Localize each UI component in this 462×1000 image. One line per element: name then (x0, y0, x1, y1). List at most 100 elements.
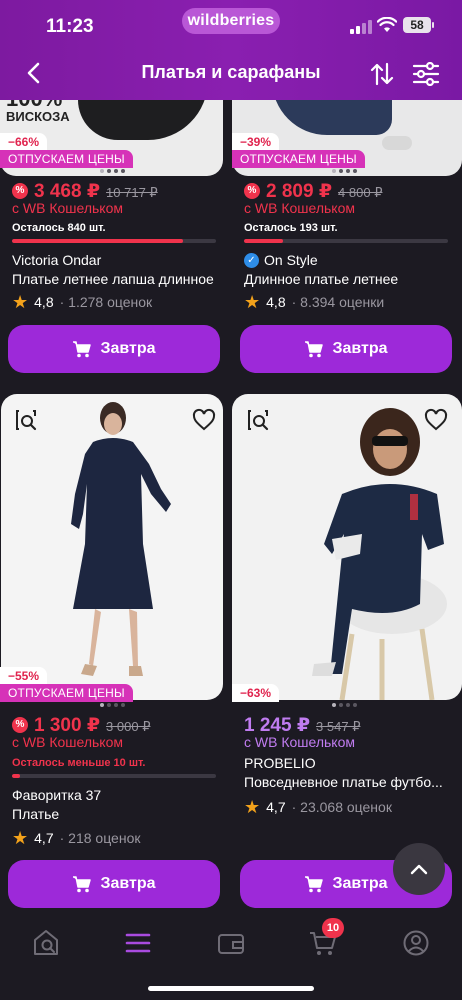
discount-badge: −66% (0, 133, 48, 151)
sale-icon (244, 183, 260, 199)
button-label: Завтра (100, 340, 156, 357)
home-search-icon[interactable] (29, 926, 63, 960)
model-illustration (312, 408, 447, 700)
stock-bar (12, 239, 216, 243)
brand-label: Фаворитка 37 (12, 787, 102, 803)
cart-icon (305, 341, 324, 358)
stock-bar-fill (12, 239, 184, 243)
wallet-note: с WB Кошельком (244, 200, 355, 216)
promo-badge: ОТПУСКАЕМ ЦЕНЫ (0, 684, 133, 702)
rating-value: 4,7 (34, 830, 54, 846)
brand-label: On Style (264, 252, 318, 268)
stock-text: Осталось меньше 10 шт. (12, 757, 146, 769)
add-to-cart-button[interactable]: Завтра (8, 860, 220, 908)
button-label: Завтра (332, 875, 388, 892)
image-pager (100, 703, 125, 707)
product-name[interactable]: Платье (12, 806, 222, 822)
clock: 11:23 (46, 16, 94, 37)
home-indicator (148, 986, 314, 991)
review-count: · 1.278 оценок (59, 294, 153, 310)
button-label: Завтра (332, 340, 388, 357)
product-card[interactable]: −55% ОТПУСКАЕМ ЦЕНЫ 1 300 ₽ 3 000 ₽ с WB… (0, 394, 223, 914)
brand-label: PROBELIO (244, 755, 316, 771)
cellular-signal-icon (350, 20, 372, 34)
discount-badge: −39% (232, 133, 280, 151)
image-pager (332, 703, 357, 707)
add-to-cart-button[interactable]: Завтра (8, 325, 220, 373)
catalog-icon[interactable] (121, 926, 155, 960)
product-image[interactable] (1, 394, 223, 700)
star-icon: ★ (244, 797, 261, 817)
rating: ★ 4,8 · 8.394 оценки (244, 292, 385, 312)
chevron-up-icon (410, 864, 428, 875)
verified-icon (244, 252, 259, 268)
review-count: · 218 оценок (59, 830, 141, 846)
product-image[interactable] (232, 394, 462, 700)
star-icon: ★ (244, 292, 261, 312)
sort-icon[interactable] (369, 61, 395, 87)
image-pager (100, 169, 125, 173)
wallet-note: с WB Кошельком (12, 734, 123, 750)
cart-icon (305, 876, 324, 893)
wallet-icon[interactable] (214, 926, 248, 960)
add-to-cart-button[interactable]: Завтра (240, 325, 452, 373)
stock-bar (244, 239, 448, 243)
promo-badge: ОТПУСКАЕМ ЦЕНЫ (0, 150, 133, 168)
product-name[interactable]: Платье летнее лапша длинное (12, 271, 222, 287)
battery-indicator: 58 (403, 17, 434, 33)
brand-name[interactable]: On Style (244, 252, 318, 268)
rating: ★ 4,8 · 1.278 оценок (12, 292, 153, 312)
wallet-note: с WB Кошельком (244, 734, 355, 750)
old-price: 3 547 ₽ (316, 719, 361, 734)
heart-icon[interactable] (424, 408, 448, 432)
wallet-note: с WB Кошельком (12, 200, 123, 216)
sale-icon (12, 717, 28, 733)
cart-count-badge: 10 (322, 918, 344, 938)
wifi-icon (377, 17, 397, 32)
profile-icon[interactable] (399, 926, 433, 960)
sale-icon (12, 183, 28, 199)
button-label: Завтра (100, 875, 156, 892)
stock-bar-fill (244, 239, 283, 243)
stock-bar-fill (12, 774, 21, 778)
discount-badge: −55% (0, 667, 48, 685)
image-pager (332, 169, 357, 173)
rating-value: 4,7 (266, 799, 286, 815)
scroll-top-button[interactable] (393, 843, 445, 895)
heart-icon[interactable] (192, 408, 216, 432)
promo-badge: ОТПУСКАЕМ ЦЕНЫ (232, 150, 365, 168)
model-illustration (71, 402, 171, 676)
product-card[interactable]: −39% ОТПУСКАЕМ ЦЕНЫ 2 809 ₽ 4 800 ₽ с WB… (232, 100, 462, 390)
brand-name[interactable]: Victoria Ondar (12, 252, 101, 268)
rating-value: 4,8 (34, 294, 54, 310)
cart-icon (73, 341, 92, 358)
top-nav-bar: Платья и сарафаны (0, 48, 462, 100)
stock-bar (12, 774, 216, 778)
similar-search-icon[interactable] (246, 408, 270, 432)
cart-icon (73, 876, 92, 893)
product-card[interactable]: 100% ВИСКОЗА −66% ОТПУСКАЕМ ЦЕНЫ 3 468 ₽… (0, 100, 223, 390)
rating: ★ 4,7 · 23.068 оценок (244, 797, 392, 817)
review-count: · 8.394 оценки (291, 294, 385, 310)
image-caption-bottom: ВИСКОЗА (6, 109, 70, 124)
brand-pill: wildberries (182, 8, 280, 34)
brand-label: Victoria Ondar (12, 252, 102, 268)
discount-badge: −63% (232, 684, 280, 702)
filter-icon[interactable] (412, 62, 440, 86)
stock-text: Осталось 193 шт. (244, 222, 338, 234)
star-icon: ★ (12, 292, 29, 312)
product-name[interactable]: Длинное платье летнее (244, 271, 454, 287)
old-price: 3 000 ₽ (106, 719, 151, 734)
similar-search-icon[interactable] (14, 408, 38, 432)
rating-value: 4,8 (266, 294, 286, 310)
star-icon: ★ (12, 828, 29, 848)
stock-text: Осталось 840 шт. (12, 222, 106, 234)
rating: ★ 4,7 · 218 оценок (12, 828, 141, 848)
review-count: · 23.068 оценок (291, 799, 392, 815)
brand-name[interactable]: PROBELIO (244, 755, 316, 771)
product-name[interactable]: Повседневное платье футбо... (244, 774, 454, 790)
status-bar: 11:23 wildberries 58 (0, 0, 462, 48)
product-card[interactable]: −63% 1 245 ₽ 3 547 ₽ с WB Кошельком PROB… (232, 394, 462, 914)
product-grid: 100% ВИСКОЗА −66% ОТПУСКАЕМ ЦЕНЫ 3 468 ₽… (0, 100, 462, 920)
brand-name[interactable]: Фаворитка 37 (12, 787, 101, 803)
